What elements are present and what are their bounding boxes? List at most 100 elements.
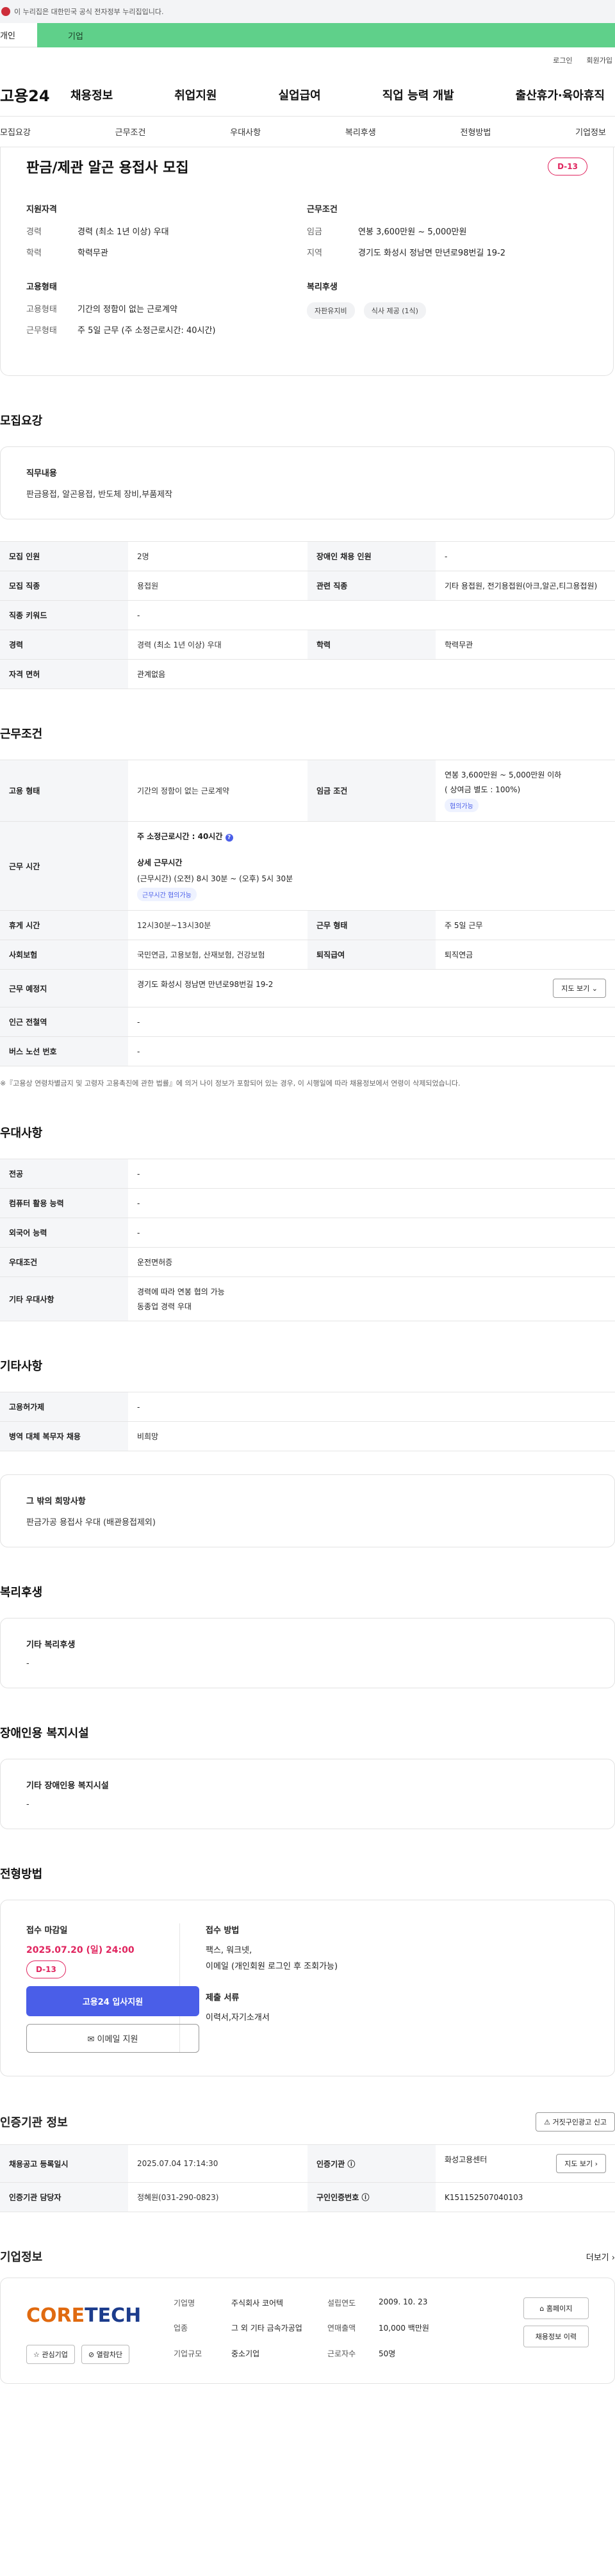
favorite-label: 관심기업 — [42, 2351, 68, 2359]
gnb-item-employment-support[interactable]: 취업지원 — [174, 86, 217, 103]
table-row: 직종 키워드 - — [0, 600, 615, 630]
wage-cell: 연봉 3,600만원 ~ 5,000만원 이하 ( 상여금 별도 : 100%)… — [436, 760, 615, 822]
block-button[interactable]: ⊘ 열람차단 — [81, 2345, 130, 2364]
qual-heading: 지원자격 — [26, 205, 57, 215]
job-content-box: 직무내용 판금용접, 알곤용접, 반도체 장비,부품제작 — [0, 446, 615, 519]
chevron-down-icon: ⌄ — [591, 984, 598, 993]
table-value: - — [128, 1218, 615, 1248]
section-title-welfare: 복리후생 — [0, 1586, 43, 1599]
disability-box: 기타 장애인용 복지시설 - — [0, 1759, 615, 1829]
section-title-company: 기업정보 — [0, 2251, 43, 2264]
table-value: 퇴직연금 — [436, 940, 615, 970]
welfare-chip: 자판유지비 — [307, 302, 355, 319]
gnb-item-training[interactable]: 직업 능력 개발 — [382, 86, 454, 103]
more-link[interactable]: 더보기 › — [586, 2251, 615, 2263]
apply-button[interactable]: 고용24 입사지원 — [26, 1986, 199, 2016]
table-key: 장애인 채용 인원 — [308, 541, 436, 571]
gnb-item-jobs[interactable]: 채용정보 — [70, 86, 113, 103]
table-key: 외국어 능력 — [0, 1218, 128, 1248]
value: 기간의 정함이 없는 근로계약 — [78, 305, 177, 314]
cert-header: 인증기관 정보 ⚠ 거짓구인광고 신고 — [0, 2112, 615, 2132]
negotiable-tag: 협의가능 — [445, 799, 479, 812]
subnav-apply[interactable]: 전형방법 — [461, 126, 491, 138]
table-row: 버스 노선 번호 - — [0, 1036, 615, 1066]
table-key: 컴퓨터 활용 능력 — [0, 1188, 128, 1218]
gnb-item-unemployment[interactable]: 실업급여 — [279, 86, 321, 103]
subnav-welfare[interactable]: 복리후생 — [345, 126, 376, 138]
cert-org-label: 인증기관 — [316, 2159, 345, 2169]
report-button[interactable]: ⚠ 거짓구인광고 신고 — [536, 2112, 615, 2132]
table-key: 학력 — [308, 630, 436, 660]
email-apply-button[interactable]: ✉ 이메일 지원 — [26, 2024, 199, 2053]
section-title-pref: 우대사항 — [0, 1127, 43, 1140]
mail-icon: ✉ — [87, 2035, 95, 2044]
info-icon[interactable]: ⓘ — [347, 2160, 355, 2169]
detail-hours: (근무시간) (오전) 8시 30분 ~ (오후) 5시 30분 — [137, 874, 293, 883]
gnb-item-parental-leave[interactable]: 출산휴가·육아휴직 — [516, 86, 605, 103]
homepage-button[interactable]: ⌂ 홈페이지 — [523, 2297, 589, 2319]
site-logo[interactable]: 고용24 — [0, 83, 70, 106]
login-link[interactable]: 로그인 — [553, 55, 572, 65]
subnav-company[interactable]: 기업정보 — [575, 126, 606, 138]
job-summary-card: 판금/제관 알곤 용접사 모집 D-13 지원자격 경력 경력 (최소 1년 이상… — [0, 147, 614, 376]
info-key: 연매출액 — [327, 2324, 356, 2333]
info-value: 50명 — [379, 2349, 396, 2358]
company-header: 기업정보 더보기 › — [0, 2248, 615, 2265]
logo-part: CORE — [26, 2304, 85, 2327]
cert-no-label: 구인인증번호 — [316, 2193, 359, 2202]
history-button[interactable]: 채용정보 이력 — [523, 2326, 589, 2347]
table-value: 기타 용접원, 전기용접원(아크,알곤,티그용접원) — [436, 571, 615, 601]
label: 근무형태 — [26, 326, 57, 336]
table-value: 비희망 — [128, 1421, 615, 1451]
block-icon: ⊘ — [88, 2351, 95, 2359]
welfare-box-title: 기타 복리후생 — [26, 1640, 76, 1650]
method-label: 접수 방법 — [206, 1926, 240, 1936]
map-button[interactable]: 지도 보기 ⌄ — [553, 979, 606, 998]
favorite-button[interactable]: ☆ 관심기업 — [26, 2345, 75, 2364]
info-key: 근로자수 — [327, 2349, 356, 2358]
cert-org-value: 화성고용센터 — [445, 2155, 488, 2164]
info-value: 중소기업 — [231, 2349, 260, 2358]
cert-org-cell: 화성고용센터 지도 보기 › — [436, 2144, 615, 2183]
docs-value: 이력서,자기소개서 — [206, 2013, 270, 2023]
table-value: 2025.07.04 17:14:30 — [128, 2144, 308, 2183]
table-key: 사회보험 — [0, 940, 128, 970]
table-value: 주 5일 근무 — [436, 910, 615, 940]
cert-map-button[interactable]: 지도 보기 › — [556, 2154, 606, 2173]
method-value-2: 이메일 (개인회원 로그인 후 조회가능) — [206, 1962, 338, 1971]
signup-link[interactable]: 회원가입 — [587, 55, 612, 65]
other-wish-box: 그 밖의 희망사항 판금가공 용접사 우대 (배관용접제외) — [0, 1474, 615, 1547]
label: 지역 — [307, 249, 322, 258]
table-key: 관련 직종 — [308, 571, 436, 601]
homepage-label: 홈페이지 — [546, 2304, 573, 2313]
tab-company[interactable]: 기업 — [37, 23, 615, 47]
company-info-grid: 기업명 주식회사 코어텍 설립연도 2009. 10. 23 업종 그 외 기타 금속… — [174, 2297, 504, 2364]
company-logo: CORE TECH — [26, 2297, 148, 2333]
info-key: 업종 — [174, 2324, 188, 2333]
cert-table: 채용공고 등록일시 2025.07.04 17:14:30 인증기관 ⓘ 화성고용센터… — [0, 2144, 615, 2212]
company-box: CORE TECH ☆ 관심기업 ⊘ 열람차단 기업명 주식회사 코어텍 설립연도 2… — [0, 2278, 615, 2384]
global-nav: 고용24 채용정보 취업지원 실업급여 직업 능력 개발 출산휴가·육아휴직 — [0, 73, 615, 117]
subnav-recruit[interactable]: 모집요강 — [0, 126, 31, 138]
cond-heading: 근무조건 — [307, 205, 338, 215]
work-time-cell: 주 소정근로시간 : 40시간 ? 상세 근무시간 (근무시간) (오전) 8시… — [128, 821, 615, 911]
table-value: - — [128, 600, 615, 630]
tab-individual[interactable]: 개인 — [0, 23, 37, 47]
subnav-work[interactable]: 근무조건 — [115, 126, 146, 138]
info-icon[interactable]: ⓘ — [361, 2193, 369, 2202]
label: 임금 — [307, 227, 322, 237]
table-value: 용접원 — [128, 571, 308, 601]
report-label: 거짓구인광고 신고 — [552, 2118, 607, 2126]
table-key: 인근 전철역 — [0, 1007, 128, 1037]
info-key: 기업명 — [174, 2299, 195, 2308]
table-value: - — [128, 1159, 615, 1189]
taegeuk-icon — [1, 7, 10, 16]
table-key: 인증기관 담당자 — [0, 2182, 128, 2212]
welfare-heading: 복리후생 — [307, 282, 338, 292]
subnav-pref[interactable]: 우대사항 — [230, 126, 261, 138]
info-icon[interactable]: ? — [225, 834, 233, 842]
email-apply-label: 이메일 지원 — [97, 2035, 138, 2044]
disability-box-title: 기타 장애인용 복지시설 — [26, 1781, 109, 1791]
info-value: 그 외 기타 금속가공업 — [231, 2324, 302, 2333]
table-row: 기타 우대사항 경력에 따라 연봉 협의 가능 동종업 경력 우대 — [0, 1276, 615, 1321]
